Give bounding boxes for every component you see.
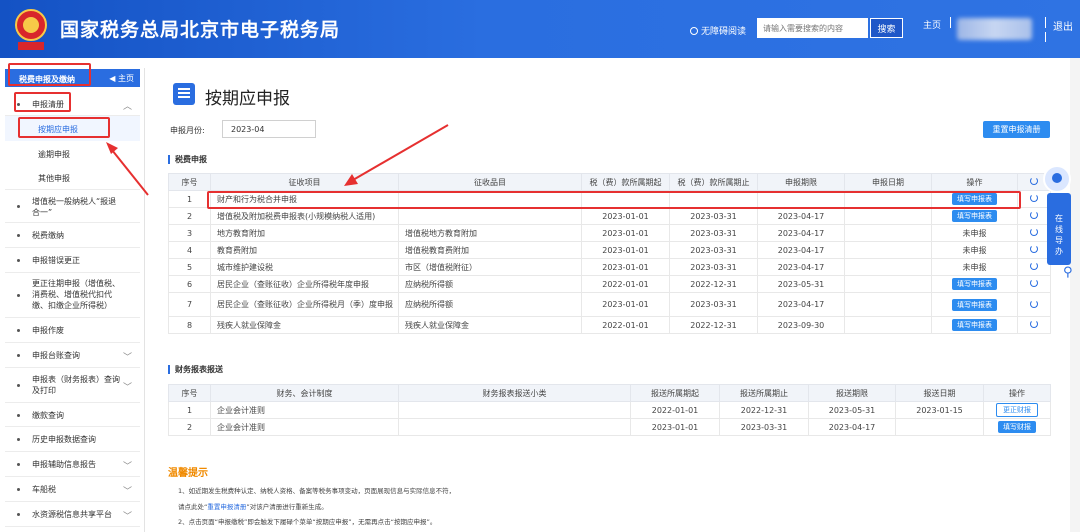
annotation-arrows (106, 124, 449, 196)
